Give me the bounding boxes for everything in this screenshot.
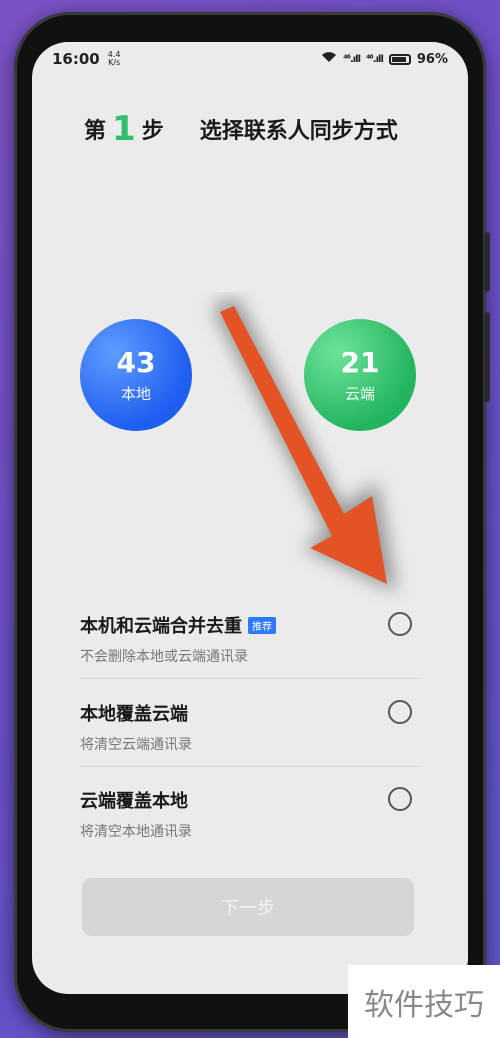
signal-icon-2: ⁴⁶.ıll xyxy=(366,53,384,65)
next-button[interactable]: 下一步 xyxy=(82,878,414,936)
local-count-circle: 43 本地 xyxy=(80,319,192,431)
option-local-subtitle: 将清空云端通讯录 xyxy=(80,737,192,753)
recommend-badge: 推荐 xyxy=(248,616,276,634)
title-text: 选择联系人同步方式 xyxy=(199,119,398,144)
status-bar: 16:00 4.4 K/s ⁴⁶.ıll ⁴⁶.ıll 96% xyxy=(32,42,468,76)
option-merge[interactable]: 本机和云端合并去重 推荐 不会删除本地或云端通讯录 xyxy=(80,612,420,666)
step-suffix: 步 xyxy=(141,119,164,144)
battery-icon xyxy=(388,53,411,65)
step-prefix: 第 xyxy=(84,119,107,144)
volume-button xyxy=(484,232,490,292)
annotation-arrow-icon xyxy=(212,297,397,592)
option-merge-radio[interactable] xyxy=(388,612,412,636)
divider xyxy=(80,766,420,767)
divider xyxy=(80,678,420,679)
power-button xyxy=(484,312,490,402)
option-cloud-overwrite[interactable]: 云端覆盖本地 将清空本地通讯录 xyxy=(80,787,420,841)
option-cloud-radio[interactable] xyxy=(388,787,412,811)
option-merge-title: 本机和云端合并去重 xyxy=(80,616,242,637)
option-cloud-subtitle: 将清空本地通讯录 xyxy=(80,824,192,840)
option-merge-subtitle: 不会删除本地或云端通讯录 xyxy=(80,649,248,665)
option-local-overwrite[interactable]: 本地覆盖云端 将清空云端通讯录 xyxy=(80,700,420,754)
option-local-title: 本地覆盖云端 xyxy=(80,704,188,725)
option-local-radio[interactable] xyxy=(388,700,412,724)
option-cloud-title: 云端覆盖本地 xyxy=(80,791,188,812)
screen: 16:00 4.4 K/s ⁴⁶.ıll ⁴⁶.ıll 96% 第 1 步 选择… xyxy=(32,42,468,994)
step-number: 1 xyxy=(112,109,136,149)
signal-icon: ⁴⁶.ıll xyxy=(343,53,361,65)
local-label: 本地 xyxy=(120,385,151,403)
page-title: 第 1 步 选择联系人同步方式 xyxy=(84,112,444,146)
wifi-icon xyxy=(321,51,337,67)
local-count: 43 xyxy=(116,346,156,379)
status-time: 16:00 xyxy=(52,50,100,68)
net-speed: 4.4 K/s xyxy=(107,50,121,67)
battery-percent: 96% xyxy=(416,51,448,67)
watermark: 软件技巧 xyxy=(348,965,500,1038)
